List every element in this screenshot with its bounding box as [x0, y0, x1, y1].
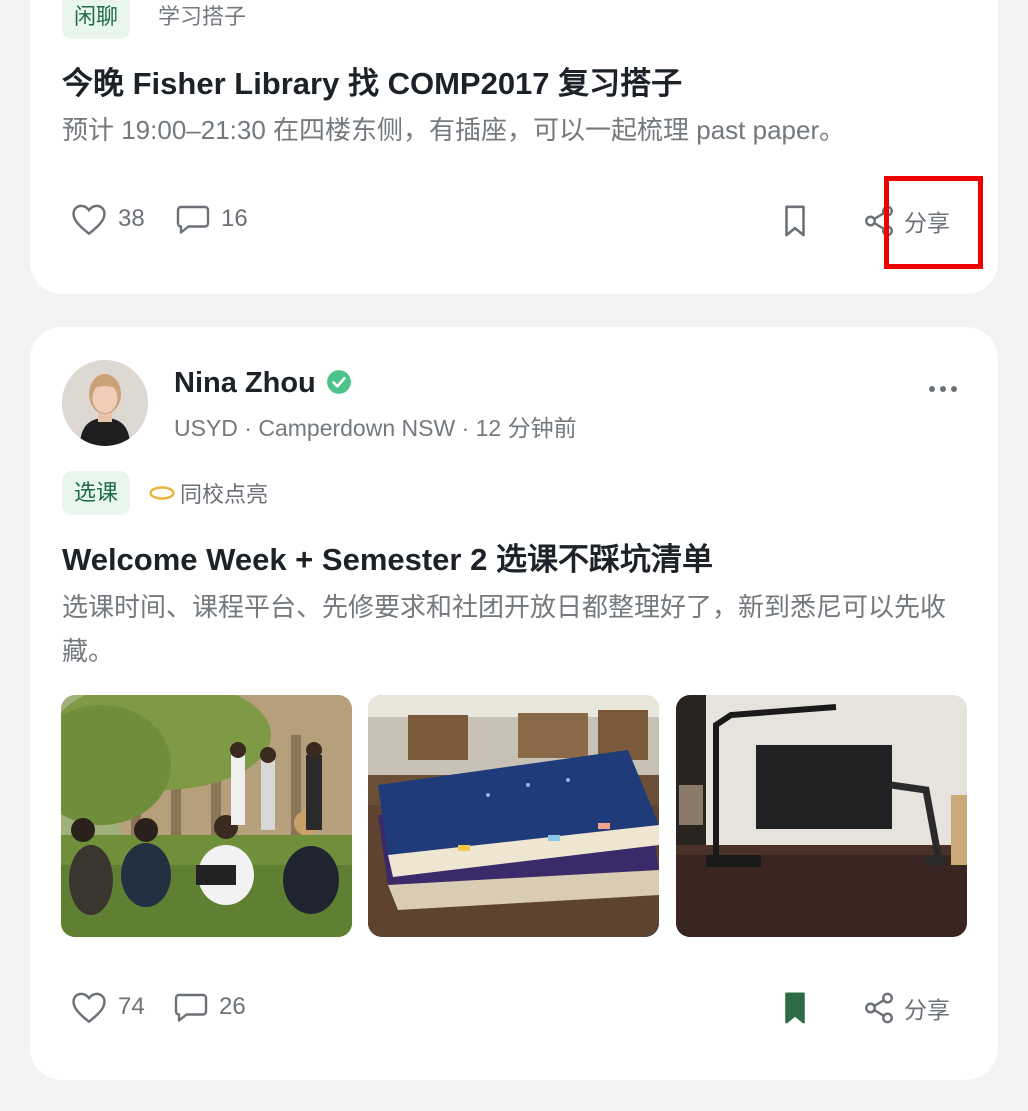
- comment-icon: [175, 202, 211, 236]
- bookmark-button[interactable]: [782, 991, 808, 1025]
- highlight-box: [884, 176, 983, 269]
- share-icon: [862, 991, 896, 1025]
- like-count: 74: [118, 993, 145, 1020]
- category-tag[interactable]: 选课: [62, 471, 131, 515]
- like-button[interactable]: 74: [70, 990, 145, 1024]
- bookmark-button[interactable]: [782, 204, 808, 238]
- school-highlight-badge[interactable]: 同校点亮: [148, 471, 268, 515]
- avatar[interactable]: [62, 360, 148, 446]
- comment-button[interactable]: 16: [175, 202, 248, 236]
- post-title[interactable]: 今晚 Fisher Library 找 COMP2017 复习搭子: [62, 58, 682, 103]
- comment-count: 26: [219, 993, 246, 1020]
- heart-icon: [70, 202, 108, 236]
- more-options-button[interactable]: [928, 384, 958, 394]
- bookmark-icon: [782, 204, 808, 238]
- post-body: 预计 19:00–21:30 在四楼东侧，有插座，可以一起梳理 past pap…: [62, 115, 846, 145]
- post-card[interactable]: Nina Zhou USYD · Camperdown NSW · 12 分钟前…: [30, 327, 998, 1080]
- share-button[interactable]: 分享: [862, 991, 950, 1025]
- heart-icon: [70, 990, 108, 1024]
- comment-icon: [173, 990, 209, 1024]
- author-name[interactable]: Nina Zhou: [174, 367, 316, 400]
- post-title[interactable]: Welcome Week + Semester 2 选课不踩坑清单: [62, 534, 713, 579]
- like-count: 38: [118, 205, 145, 232]
- comment-button[interactable]: 26: [173, 990, 246, 1024]
- campus-lawn-students-photo[interactable]: [61, 695, 352, 937]
- share-label: 分享: [904, 997, 950, 1023]
- author-meta: USYD · Camperdown NSW · 12 分钟前: [174, 415, 577, 441]
- verified-badge-icon: [326, 369, 352, 395]
- badge-label: 同校点亮: [180, 482, 269, 507]
- post-body: 选课时间、课程平台、先修要求和社团开放日都整理好了，新到悉尼可以先收藏。: [62, 592, 947, 666]
- comment-count: 16: [221, 205, 248, 232]
- like-button[interactable]: 38: [70, 202, 145, 236]
- stacked-notebooks-photo[interactable]: [368, 695, 659, 937]
- desk-lamp-monitor-photo[interactable]: [676, 695, 967, 937]
- halo-ring-icon: [148, 485, 176, 501]
- post-card[interactable]: 闲聊 学习搭子 今晚 Fisher Library 找 COMP2017 复习搭…: [30, 0, 998, 294]
- topic-label[interactable]: 学习搭子: [158, 0, 246, 39]
- bookmark-filled-icon: [782, 991, 808, 1025]
- more-dots-icon: [928, 384, 958, 394]
- category-tag[interactable]: 闲聊: [62, 0, 131, 39]
